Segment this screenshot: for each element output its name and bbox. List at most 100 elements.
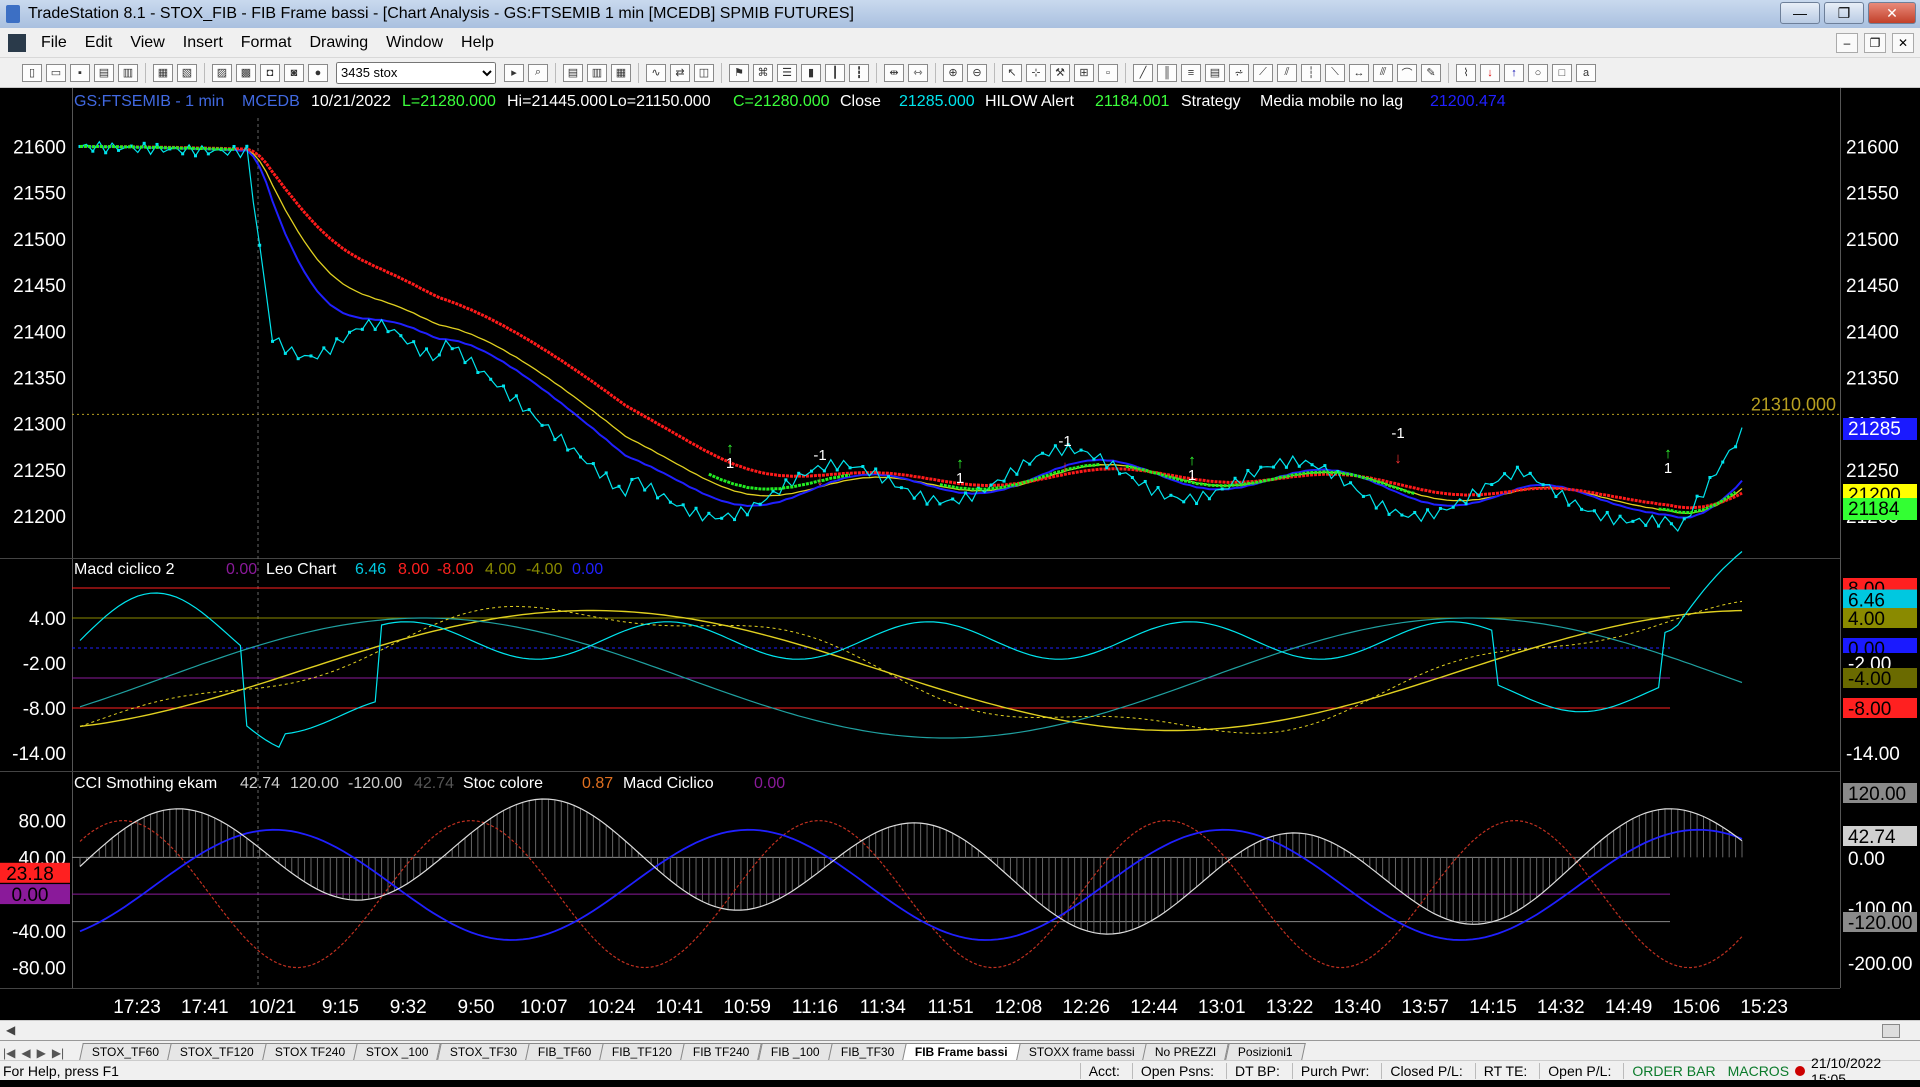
tab-8[interactable]: FIB _100: [758, 1043, 833, 1060]
tab-first-icon[interactable]: |◀: [0, 1046, 18, 1060]
arrow-down-icon[interactable]: ↓: [1480, 63, 1500, 82]
menu-format[interactable]: Format: [232, 34, 301, 52]
tab-2[interactable]: STOX TF240: [262, 1043, 359, 1060]
tab-7[interactable]: FIB TF240: [680, 1043, 763, 1060]
cycle-icon[interactable]: ↔: [1349, 63, 1369, 82]
snap-icon[interactable]: ⊞: [1074, 63, 1094, 82]
scale-in-icon[interactable]: ⇹: [884, 63, 904, 82]
tab-3[interactable]: STOX _100: [353, 1043, 442, 1060]
minimize-button[interactable]: —: [1780, 2, 1820, 24]
speed-lines-icon[interactable]: ⟋: [1253, 63, 1273, 82]
menu-insert[interactable]: Insert: [174, 34, 232, 52]
maximize-button[interactable]: ❐: [1824, 2, 1864, 24]
print-preview-icon[interactable]: ▧: [177, 63, 197, 82]
price-dot: [1079, 448, 1083, 452]
eraser-icon[interactable]: ▫: [1098, 63, 1118, 82]
candle-icon[interactable]: ┃: [825, 63, 845, 82]
horizontal-line-icon[interactable]: ≡: [1181, 63, 1201, 82]
workspace-icon[interactable]: ▤: [94, 63, 114, 82]
tab-6[interactable]: FIB_TF120: [599, 1043, 686, 1060]
document-icon[interactable]: [8, 33, 26, 52]
close-button[interactable]: ✕: [1868, 2, 1916, 24]
folder-icon[interactable]: ▥: [118, 63, 138, 82]
save-icon[interactable]: ▪: [70, 63, 90, 82]
scanner-icon[interactable]: ⌘: [753, 63, 773, 82]
mdi-close-button[interactable]: ✕: [1892, 33, 1914, 53]
price-badge-label: 21184: [1848, 499, 1900, 520]
tab-5[interactable]: FIB_TF60: [525, 1043, 605, 1060]
tab-4[interactable]: STOX_TF30: [437, 1043, 530, 1060]
ellipse-icon[interactable]: ○: [1528, 63, 1548, 82]
zoom-out-icon[interactable]: ⊖: [967, 63, 987, 82]
tab-9[interactable]: FIB_TF30: [827, 1043, 907, 1060]
alert-icon[interactable]: ⚑: [729, 63, 749, 82]
print-icon[interactable]: ▦: [153, 63, 173, 82]
chart-canvas[interactable]: GS:FTSEMIB - 1 min MCEDB 10/21/2022 L=21280…: [0, 88, 1920, 1020]
price-dot: [733, 518, 737, 522]
tab-11[interactable]: STOXX frame bassi: [1015, 1043, 1148, 1060]
tab-last-icon[interactable]: ▶|: [49, 1046, 67, 1060]
hot-list-icon[interactable]: ☰: [777, 63, 797, 82]
vertical-line-icon[interactable]: ┆: [1301, 63, 1321, 82]
andrews-icon[interactable]: ⫽: [1277, 63, 1297, 82]
arrow-up-icon[interactable]: ↑: [1504, 63, 1524, 82]
format-symbol-icon[interactable]: ▤: [563, 63, 583, 82]
tab-prev-icon[interactable]: ◀: [18, 1046, 33, 1060]
curve-icon[interactable]: ⌇: [1456, 63, 1476, 82]
trendline-icon[interactable]: ╱: [1133, 63, 1153, 82]
bar-chart-icon[interactable]: ▮: [801, 63, 821, 82]
rectangle-icon[interactable]: □: [1552, 63, 1572, 82]
pointer-icon[interactable]: ↖: [1002, 63, 1022, 82]
volume-icon[interactable]: ┇: [849, 63, 869, 82]
menu-file[interactable]: File: [32, 34, 76, 52]
indicator-icon[interactable]: ∿: [646, 63, 666, 82]
chart-area[interactable]: GS:FTSEMIB - 1 min MCEDB 10/21/2022 L=21280…: [0, 88, 1920, 1034]
tab-0[interactable]: STOX_TF60: [79, 1043, 173, 1060]
tab-1[interactable]: STOX_TF120: [167, 1043, 267, 1060]
lock-icon[interactable]: ◘: [260, 63, 280, 82]
tab-13[interactable]: Posizioni1: [1225, 1043, 1306, 1060]
play-icon[interactable]: ▸: [504, 63, 524, 82]
strategy-icon[interactable]: ⇄: [670, 63, 690, 82]
symbol-select[interactable]: 3435 stox: [336, 61, 496, 84]
fib-icon[interactable]: ⩫: [1229, 63, 1249, 82]
tools-icon[interactable]: ⚒: [1050, 63, 1070, 82]
menu-window[interactable]: Window: [377, 34, 452, 52]
new-icon[interactable]: ▯: [22, 63, 42, 82]
scroll-thumb[interactable]: [1882, 1024, 1900, 1038]
scroll-left-icon[interactable]: ◀: [6, 1023, 15, 1037]
mdi-minimize-button[interactable]: –: [1836, 33, 1858, 53]
mdi-restore-button[interactable]: ❐: [1864, 33, 1886, 53]
macros-button[interactable]: MACROS: [1728, 1063, 1789, 1079]
menu-drawing[interactable]: Drawing: [300, 34, 377, 52]
pen-icon[interactable]: ✎: [1421, 63, 1441, 82]
studies-icon[interactable]: ◫: [694, 63, 714, 82]
chart-window-icon[interactable]: ▨: [212, 63, 232, 82]
horizontal-scrollbar[interactable]: ◀: [0, 1020, 1920, 1040]
menu-view[interactable]: View: [121, 34, 173, 52]
cursor-icon[interactable]: ⊹: [1026, 63, 1046, 82]
menu-edit[interactable]: Edit: [76, 34, 122, 52]
tab-12[interactable]: No PREZZI: [1142, 1043, 1230, 1060]
grid-icon[interactable]: ◙: [284, 63, 304, 82]
gann-icon[interactable]: ║: [1157, 63, 1177, 82]
open-icon[interactable]: ▭: [46, 63, 66, 82]
price-dot: [1721, 460, 1725, 464]
menu-help[interactable]: Help: [452, 34, 503, 52]
radar-icon[interactable]: ▩: [236, 63, 256, 82]
channel-icon[interactable]: ▤: [1205, 63, 1225, 82]
data-window-icon[interactable]: ▥: [587, 63, 607, 82]
zoom-in-icon[interactable]: ⊕: [943, 63, 963, 82]
color-icon[interactable]: ●: [308, 63, 328, 82]
arc-icon[interactable]: ⌒: [1397, 63, 1417, 82]
tab-next-icon[interactable]: ▶: [34, 1046, 49, 1060]
scale-out-icon[interactable]: ⇿: [908, 63, 928, 82]
parallel-icon[interactable]: ⫻: [1373, 63, 1393, 82]
order-bar-button[interactable]: ORDER BAR: [1623, 1062, 1727, 1079]
text-icon[interactable]: a: [1576, 63, 1596, 82]
regression-icon[interactable]: ⟍: [1325, 63, 1345, 82]
tab-10[interactable]: FIB Frame bassi: [902, 1043, 1021, 1060]
table-icon[interactable]: ▦: [611, 63, 631, 82]
time-axis-label: 9:32: [390, 997, 427, 1018]
symbol-lookup-icon[interactable]: ⌕: [528, 63, 548, 82]
